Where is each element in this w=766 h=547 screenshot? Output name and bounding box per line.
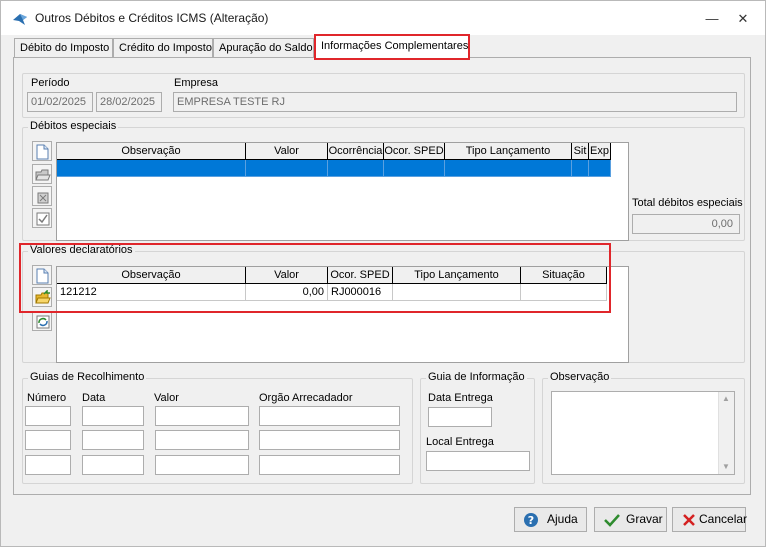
tab-apuracao-saldo[interactable]: Apuração do Saldo <box>213 38 314 58</box>
valor-label: Valor <box>154 392 179 404</box>
new-declaratorio-button[interactable] <box>32 265 52 285</box>
close-button[interactable]: ✕ <box>728 9 758 29</box>
col-ocor-sped[interactable]: Ocor. SPED <box>328 267 393 284</box>
minimize-button[interactable]: — <box>697 9 727 29</box>
valores-declaratorios-group: Valores declaratórios Observação Valor O… <box>22 244 745 363</box>
debitos-especiais-legend: Débitos especiais <box>28 120 119 132</box>
gravar-label: Gravar <box>626 512 663 526</box>
window-title: Outros Débitos e Créditos ICMS (Alteraçã… <box>35 11 269 25</box>
cancelar-label: Cancelar <box>699 512 748 526</box>
open-folder-button[interactable] <box>32 164 52 184</box>
app-icon <box>11 11 29 27</box>
table-cell-ocor-sped[interactable]: RJ000016 <box>328 284 393 301</box>
periodo-fim-field[interactable]: 28/02/2025 <box>96 92 162 112</box>
empresa-label: Empresa <box>174 77 219 89</box>
orgao-field-1[interactable] <box>259 406 400 426</box>
svg-text:?: ? <box>528 514 534 527</box>
col-ocorrencia[interactable]: Ocorrência <box>328 143 384 160</box>
scroll-up-icon[interactable]: ▲ <box>722 394 730 403</box>
cancelar-button[interactable]: Cancelar <box>672 507 748 532</box>
valor-field-3[interactable] <box>155 455 249 475</box>
orgao-field-3[interactable] <box>259 455 400 475</box>
ajuda-button[interactable]: ? Ajuda <box>514 507 587 532</box>
observacao-scrollbar[interactable]: ▲ ▼ <box>718 392 734 474</box>
delete-button[interactable] <box>32 186 52 206</box>
periodo-label: Período <box>31 77 70 89</box>
ajuda-label: Ajuda <box>547 512 578 526</box>
header-group: Período 01/02/2025 28/02/2025 Empresa EM… <box>22 73 745 118</box>
table-cell-observacao[interactable]: 121212 <box>57 284 246 301</box>
checklist-button[interactable] <box>32 208 52 228</box>
table-cell-valor[interactable]: 0,00 <box>246 284 328 301</box>
numero-field-2[interactable] <box>25 430 71 450</box>
data-field-3[interactable] <box>82 455 144 475</box>
table-cell[interactable] <box>328 160 384 177</box>
total-debitos-field[interactable]: 0,00 <box>632 214 740 234</box>
observacao-legend: Observação <box>548 371 612 383</box>
refresh-button[interactable] <box>32 311 52 331</box>
col-valor[interactable]: Valor <box>246 143 328 160</box>
numero-label: Número <box>27 392 67 404</box>
new-document-button[interactable] <box>32 141 52 161</box>
col-ocor-sped[interactable]: Ocor. SPED <box>384 143 445 160</box>
observacao-textarea[interactable] <box>551 391 735 475</box>
main-window: Outros Débitos e Créditos ICMS (Alteraçã… <box>0 0 766 547</box>
debitos-especiais-group: Débitos especiais Observação Valor Ocorr… <box>22 120 745 241</box>
orgao-arrecadador-label: Orgão Arrecadador <box>259 392 353 404</box>
tab-debito-imposto[interactable]: Débito do Imposto <box>14 38 113 58</box>
guia-informacao-group: Guia de Informação Data Entrega Local En… <box>420 371 535 484</box>
col-observacao[interactable]: Observação <box>57 143 246 160</box>
table-cell[interactable] <box>57 160 246 177</box>
tab-credito-imposto[interactable]: Crédito do Imposto <box>113 38 213 58</box>
valor-field-2[interactable] <box>155 430 249 450</box>
guias-recolhimento-legend: Guias de Recolhimento <box>28 371 147 383</box>
title-bar: Outros Débitos e Créditos ICMS (Alteraçã… <box>1 1 765 35</box>
valor-field-1[interactable] <box>155 406 249 426</box>
col-tipo-lancamento[interactable]: Tipo Lançamento <box>445 143 572 160</box>
guia-informacao-legend: Guia de Informação <box>426 371 527 383</box>
valores-declaratorios-grid: Observação Valor Ocor. SPED Tipo Lançame… <box>56 266 629 363</box>
gravar-button[interactable]: Gravar <box>594 507 667 532</box>
data-entrega-label: Data Entrega <box>428 392 493 404</box>
col-sit[interactable]: Sit <box>572 143 589 160</box>
tab-informacoes-complementares[interactable]: Informações Complementares <box>314 34 470 60</box>
col-exp[interactable]: Exp <box>589 143 611 160</box>
guias-recolhimento-group: Guias de Recolhimento Número Data Valor … <box>22 371 413 484</box>
data-label: Data <box>82 392 106 404</box>
table-cell-situacao[interactable] <box>521 284 607 301</box>
data-field-2[interactable] <box>82 430 144 450</box>
numero-field-1[interactable] <box>25 406 71 426</box>
numero-field-3[interactable] <box>25 455 71 475</box>
tab-panel: Período 01/02/2025 28/02/2025 Empresa EM… <box>13 57 751 495</box>
empresa-field[interactable]: EMPRESA TESTE RJ <box>173 92 737 112</box>
total-debitos-label: Total débitos especiais <box>632 197 743 209</box>
table-cell[interactable] <box>384 160 445 177</box>
valores-declaratorios-legend: Valores declaratórios <box>28 244 135 256</box>
scroll-down-icon[interactable]: ▼ <box>722 462 730 471</box>
periodo-inicio-field[interactable]: 01/02/2025 <box>27 92 93 112</box>
table-cell[interactable] <box>589 160 611 177</box>
col-valor[interactable]: Valor <box>246 267 328 284</box>
col-tipo-lancamento[interactable]: Tipo Lançamento <box>393 267 521 284</box>
observacao-group: Observação ▲ ▼ <box>542 371 745 484</box>
data-field-1[interactable] <box>82 406 144 426</box>
table-cell[interactable] <box>445 160 572 177</box>
table-cell[interactable] <box>572 160 589 177</box>
debitos-especiais-grid: Observação Valor Ocorrência Ocor. SPED T… <box>56 142 629 241</box>
table-cell[interactable] <box>246 160 328 177</box>
local-entrega-field[interactable] <box>426 451 530 471</box>
local-entrega-label: Local Entrega <box>426 436 494 448</box>
data-entrega-field[interactable] <box>428 407 492 427</box>
open-declaratorio-button[interactable] <box>32 287 52 307</box>
table-cell-tipo[interactable] <box>393 284 521 301</box>
col-situacao[interactable]: Situação <box>521 267 607 284</box>
orgao-field-2[interactable] <box>259 430 400 450</box>
col-observacao[interactable]: Observação <box>57 267 246 284</box>
